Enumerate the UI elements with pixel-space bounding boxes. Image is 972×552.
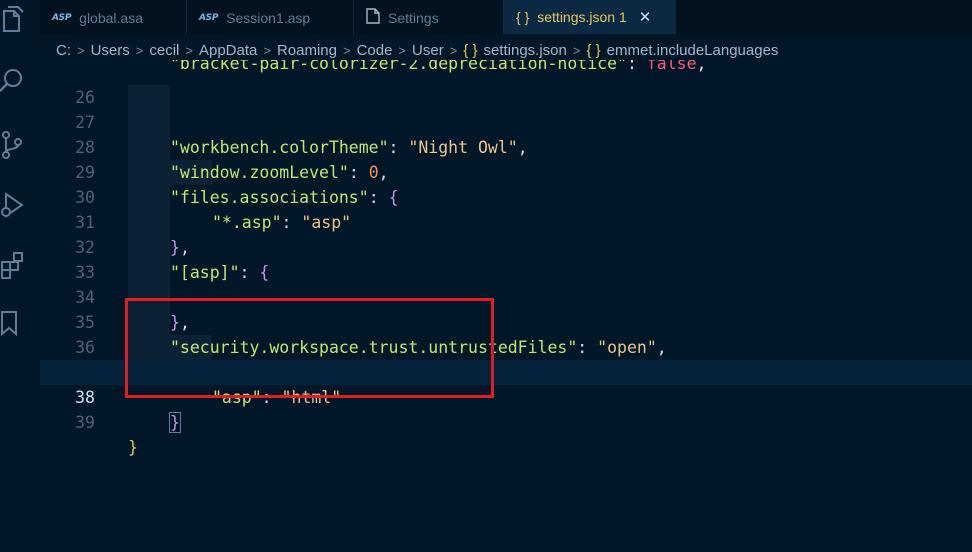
search-icon[interactable]	[0, 65, 28, 95]
code-line: 34 },	[40, 260, 972, 332]
chevron-right-icon: >	[135, 42, 144, 58]
tab-label: global.asa	[79, 9, 143, 26]
activity-bar	[0, 0, 40, 552]
breadcrumb-item[interactable]: AppData	[199, 42, 257, 59]
tab-label: Session1.asp	[226, 9, 311, 26]
chevron-right-icon: >	[77, 42, 85, 58]
breadcrumb-item[interactable]: User	[412, 42, 444, 59]
tab-label: settings.json 1	[537, 9, 627, 25]
tab-global-asa[interactable]: ASP global.asa	[40, 0, 187, 35]
code-line: 30 "*.asp": "asp"	[40, 160, 972, 232]
tab-session1-asp[interactable]: ASP Session1.asp	[187, 0, 354, 35]
tab-settings-json[interactable]: { } settings.json 1 ✕	[504, 0, 676, 35]
file-icon	[366, 8, 380, 27]
breadcrumb-item[interactable]: Users	[91, 42, 130, 59]
code-line: 26 "bracket-pair-colorizer-2.depreciatio…	[40, 60, 972, 107]
source-control-icon[interactable]	[0, 130, 28, 160]
explorer-icon[interactable]	[0, 5, 28, 35]
chevron-right-icon: >	[342, 42, 351, 58]
chevron-right-icon: >	[449, 42, 458, 58]
run-debug-icon[interactable]	[0, 190, 28, 220]
code-line: 27 "workbench.colorTheme": "Night Owl",	[40, 85, 972, 157]
extensions-icon[interactable]	[0, 250, 28, 280]
breadcrumb-item[interactable]: cecil	[149, 42, 179, 59]
chevron-right-icon: >	[398, 42, 407, 58]
asp-file-icon: ASP	[52, 12, 72, 23]
tab-bar: ASP global.asa ASP Session1.asp Settings…	[40, 0, 972, 35]
highlight-annotation-box	[125, 298, 494, 398]
code-line: 31 },	[40, 185, 972, 257]
json-braces-icon: { }	[463, 41, 478, 59]
tab-label: Settings	[388, 9, 439, 26]
breadcrumb-item[interactable]: C:	[56, 42, 71, 59]
asp-file-icon: ASP	[199, 12, 219, 23]
matched-bracket: }	[169, 412, 181, 433]
line-number: 39	[75, 413, 95, 432]
breadcrumb-item[interactable]: settings.json	[483, 42, 566, 59]
chevron-right-icon: >	[263, 42, 271, 58]
tab-settings[interactable]: Settings	[354, 0, 504, 35]
breadcrumb-item[interactable]: emmet.includeLanguages	[607, 42, 779, 59]
code-line: 32 "[asp]": {	[40, 210, 972, 282]
json-braces-icon: { }	[586, 41, 601, 59]
chevron-right-icon: >	[185, 42, 193, 58]
breadcrumb-item[interactable]: Roaming	[277, 42, 337, 59]
breadcrumb-item[interactable]: Code	[357, 42, 393, 59]
bookmark-icon[interactable]	[0, 308, 28, 338]
chevron-right-icon: >	[572, 42, 581, 58]
code-line: 29 "files.associations": {	[40, 135, 972, 207]
code-line: 33	[40, 235, 972, 282]
close-icon[interactable]: ✕	[639, 8, 652, 26]
json-braces-icon: { }	[516, 9, 530, 25]
code-line: 28 "window.zoomLevel": 0,	[40, 110, 972, 182]
